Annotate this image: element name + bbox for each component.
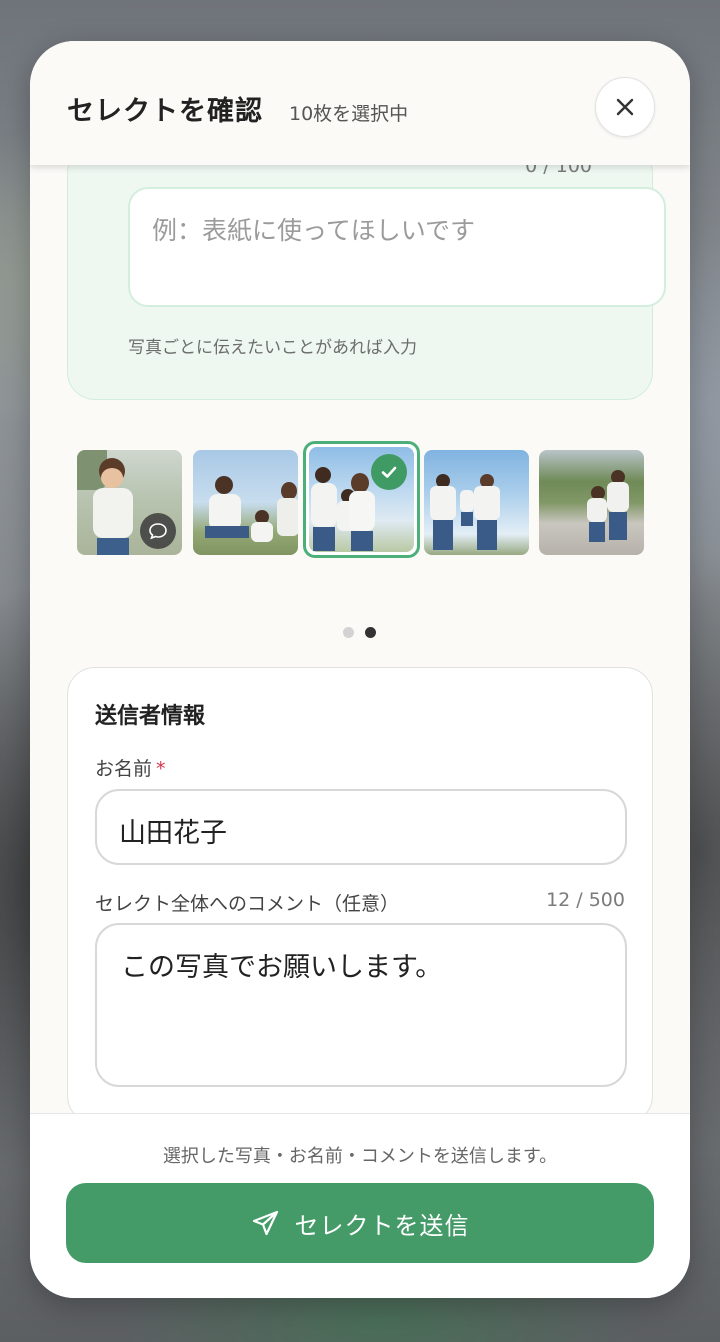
comment-textarea[interactable]: この写真でお願いします。 [95,923,627,1087]
photo-thumbnail[interactable] [424,450,529,555]
send-icon [252,1210,278,1236]
modal-title: セレクトを確認 [67,96,263,127]
photo-thumbnail-selected[interactable] [303,441,420,558]
close-icon [616,98,634,116]
carousel-pagination [343,627,376,638]
photo-image [539,450,644,555]
comment-bubble-icon [149,523,167,540]
photo-note-section: 0 / 100 例：表紙に使ってほしいです 写真ごとに伝えたいことがあれば入力 [67,165,666,400]
pagination-dot[interactable] [343,627,354,638]
photo-image [193,450,298,555]
confirm-modal: セレクトを確認 10枚を選択中 0 / 100 例：表紙に使ってほしいです 写真… [30,41,690,1298]
footer-note: 選択した写真・お名前・コメントを送信します。 [162,1146,558,1167]
pagination-dot-active[interactable] [365,627,376,638]
check-icon [381,466,397,478]
photo-note-input[interactable]: 例：表紙に使ってほしいです [128,187,666,307]
photo-note-help: 写真ごとに伝えたいことがあれば入力 [128,338,417,358]
photo-image [424,450,529,555]
comment-label: セレクト全体へのコメント（任意） [95,893,400,915]
comment-badge [140,513,176,549]
comment-counter: 12 / 500 [546,889,625,911]
submit-select-button[interactable]: セレクトを送信 [66,1183,654,1263]
selected-check-badge [371,454,407,490]
sender-info-card: 送信者情報 お名前 * 山田花子 セレクト全体へのコメント（任意） 12 / 50… [67,667,653,1113]
modal-header: セレクトを確認 10枚を選択中 [30,41,690,165]
name-input[interactable]: 山田花子 [95,789,627,865]
required-mark: * [156,758,166,780]
modal-footer: 選択した写真・お名前・コメントを送信します。 セレクトを送信 [30,1113,690,1298]
submit-label: セレクトを送信 [294,1211,470,1240]
modal-content[interactable]: 0 / 100 例：表紙に使ってほしいです 写真ごとに伝えたいことがあれば入力 [30,165,690,1113]
photo-thumbnail[interactable] [77,450,182,555]
sender-info-title: 送信者情報 [95,704,206,729]
close-button[interactable] [595,77,655,137]
photo-thumbnail[interactable] [193,450,298,555]
name-label: お名前 * [95,754,166,781]
name-label-text: お名前 [95,758,153,780]
photo-note-counter: 0 / 100 [525,165,592,177]
selected-count: 10枚を選択中 [289,103,409,125]
photo-carousel[interactable] [77,441,647,558]
photo-thumbnail[interactable] [539,450,644,555]
